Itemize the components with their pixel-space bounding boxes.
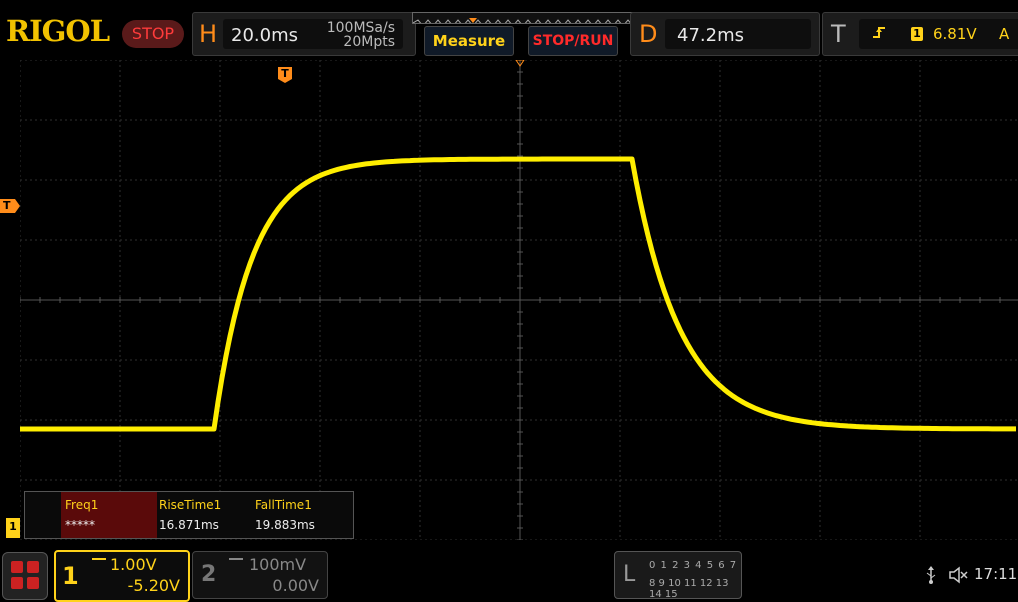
waveform-display[interactable] xyxy=(20,60,1018,540)
measurement-table[interactable]: Freq1 RiseTime1 FallTime1 ***** 16.871ms… xyxy=(24,491,354,539)
ch2-panel[interactable]: 2 100mV 0.00V xyxy=(192,551,328,599)
ch1-scale: 1.00V xyxy=(110,555,157,574)
ch1-offset: -5.20V xyxy=(127,576,180,595)
measurement-value-risetime: 16.871ms xyxy=(159,518,219,532)
trigger-level-value: 6.81V xyxy=(933,25,977,43)
digital-channels-row2: 8 9 10 11 12 13 14 15 xyxy=(649,578,729,600)
main-menu-button[interactable] xyxy=(2,552,48,600)
digital-channels-row1: 0 1 2 3 4 5 6 7 xyxy=(649,560,738,571)
measurement-value-freq: ***** xyxy=(65,518,95,532)
horizontal-label: H xyxy=(199,20,218,48)
trigger-level-marker[interactable]: T xyxy=(0,199,20,213)
trigger-box: 1 6.81V A xyxy=(859,19,1018,49)
ch2-scale: 100mV xyxy=(249,555,307,574)
stop-run-button[interactable]: STOP/RUN xyxy=(528,26,618,56)
dc-coupling-icon xyxy=(92,558,106,568)
timebase-box: 20.0ms 100MSa/s 20Mpts xyxy=(223,19,403,49)
trigger-label: T xyxy=(831,20,846,48)
measurement-header-risetime: RiseTime1 xyxy=(159,498,222,512)
trigger-mode: A xyxy=(999,25,1010,43)
delay-box: 47.2ms xyxy=(665,19,811,49)
delay-label: D xyxy=(639,20,658,48)
memory-depth: 20Mpts xyxy=(343,34,395,50)
ch2-offset: 0.00V xyxy=(272,576,319,595)
memory-waveform-icon xyxy=(413,18,632,23)
rigol-logo: RIGOL xyxy=(6,14,110,48)
run-state-badge: STOP xyxy=(122,20,184,48)
ch1-panel[interactable]: 1 1.00V -5.20V xyxy=(54,550,190,602)
grid-menu-icon xyxy=(11,561,39,589)
trigger-panel[interactable]: T 1 6.81V A xyxy=(822,12,1018,56)
measure-button[interactable]: Measure xyxy=(424,26,514,56)
trigger-source-badge: 1 xyxy=(911,27,923,41)
ch2-label: 2 xyxy=(201,562,217,587)
acquisition-info: 100MSa/s 20Mpts xyxy=(327,21,395,49)
horizontal-panel[interactable]: H 20.0ms 100MSa/s 20Mpts xyxy=(192,12,416,56)
sample-rate: 100MSa/s xyxy=(326,20,395,36)
delay-panel[interactable]: D 47.2ms xyxy=(630,12,820,56)
delay-value: 47.2ms xyxy=(677,25,744,46)
ch1-ground-marker[interactable]: 1 xyxy=(6,518,20,538)
speaker-muted-icon[interactable] xyxy=(948,566,968,588)
measurement-header-freq: Freq1 xyxy=(65,498,99,512)
timebase-value: 20.0ms xyxy=(231,25,298,46)
ch1-label: 1 xyxy=(62,562,79,590)
usb-icon xyxy=(924,566,938,588)
logic-analyzer-label: L xyxy=(623,562,636,587)
logic-analyzer-panel[interactable]: L 0 1 2 3 4 5 6 7 8 9 10 11 12 13 14 15 xyxy=(614,551,742,600)
dc-coupling-icon xyxy=(229,558,243,568)
rising-edge-icon xyxy=(871,25,887,45)
ch1-waveform xyxy=(20,156,1016,432)
measurement-value-falltime: 19.883ms xyxy=(255,518,315,532)
memory-position-strip xyxy=(412,12,634,24)
measurement-header-falltime: FallTime1 xyxy=(255,498,312,512)
graticule xyxy=(20,60,1018,540)
clock: 17:11 xyxy=(974,565,1018,583)
